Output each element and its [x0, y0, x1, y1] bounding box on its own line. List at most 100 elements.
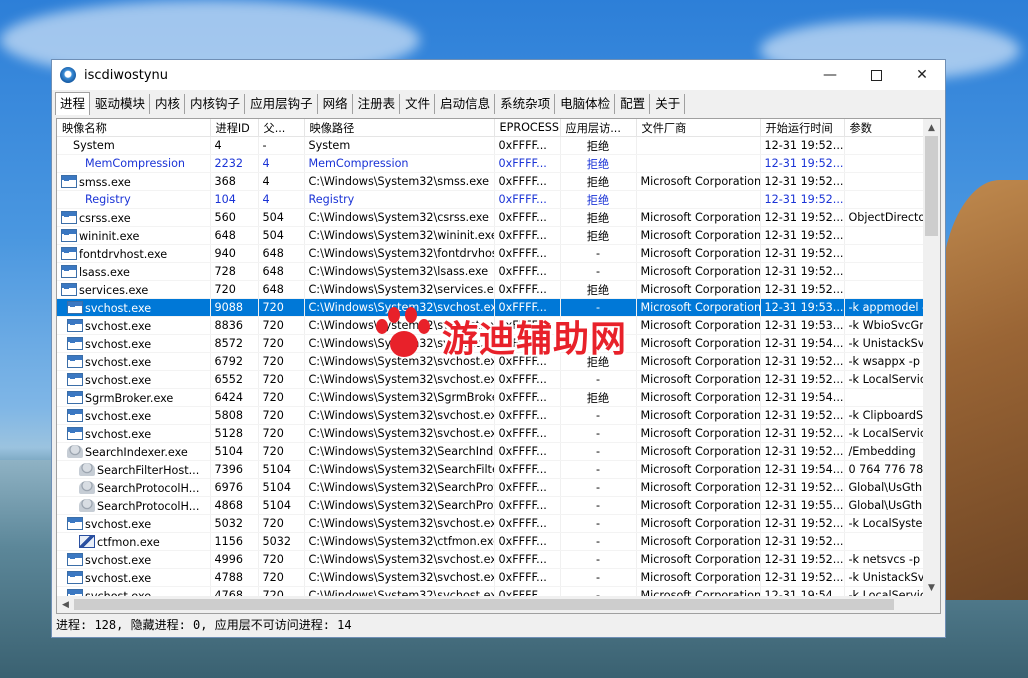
table-row[interactable]: svchost.exe 4996 720 C:\Windows\System32\sv…: [57, 550, 926, 569]
column-header[interactable]: 应用层访...: [560, 119, 637, 137]
cell-access: -: [560, 316, 637, 335]
cell-time: 12-31 19:52...: [760, 208, 845, 227]
cell-vendor: Microsoft Corporation: [636, 568, 761, 587]
tab-2[interactable]: 内核: [151, 94, 186, 114]
cell-ppid: 720: [258, 514, 305, 533]
cell-time: 12-31 19:52...: [760, 550, 845, 569]
scroll-down-icon[interactable]: ▼: [923, 579, 940, 596]
horizontal-scroll-thumb[interactable]: [74, 599, 894, 610]
cell-time: 12-31 19:52...: [760, 370, 845, 389]
table-row[interactable]: svchost.exe 8836 720 C:\Windows\System32\sv…: [57, 316, 926, 335]
cell-access: 拒绝: [560, 190, 637, 209]
column-header[interactable]: 参数: [844, 119, 926, 137]
table-row[interactable]: svchost.exe 5128 720 C:\Windows\System32\sv…: [57, 424, 926, 443]
table-row[interactable]: smss.exe 368 4 C:\Windows\System32\smss.exe…: [57, 172, 926, 191]
table-row[interactable]: SearchProtocolH... 4868 5104 C:\Windows\Sys…: [57, 496, 926, 515]
search-user-icon: [67, 444, 83, 458]
table-row[interactable]: SgrmBroker.exe 6424 720 C:\Windows\System32…: [57, 388, 926, 407]
tab-1[interactable]: 驱动模块: [91, 94, 151, 114]
tab-10[interactable]: 电脑体检: [556, 94, 616, 114]
cell-access: 拒绝: [560, 280, 637, 299]
table-row[interactable]: svchost.exe 4788 720 C:\Windows\System32\sv…: [57, 568, 926, 587]
cell-access: -: [560, 496, 637, 515]
app-window-icon: [61, 228, 77, 242]
cell-access: 拒绝: [560, 172, 637, 191]
cell-access: 拒绝: [560, 352, 637, 371]
tab-7[interactable]: 文件: [401, 94, 436, 114]
table-row[interactable]: wininit.exe 648 504 C:\Windows\System32\win…: [57, 226, 926, 245]
scroll-left-icon[interactable]: ◀: [57, 596, 74, 613]
column-header[interactable]: 父...: [258, 119, 305, 137]
table-row[interactable]: services.exe 720 648 C:\Windows\System32\se…: [57, 280, 926, 299]
process-name: MemCompression: [85, 157, 186, 170]
cell-time: 12-31 19:52...: [760, 442, 845, 461]
table-row[interactable]: MemCompression 2232 4 MemCompression 0xFFFF.…: [57, 154, 926, 173]
process-list[interactable]: 映像名称 进程ID 父... 映像路径 EPROCESS 应用层访... 文件厂商 开始运行时…: [56, 118, 941, 614]
tab-9[interactable]: 系统杂项: [496, 94, 556, 114]
table-row[interactable]: System 4- System 0xFFFF... 拒绝 12-31 19:52...: [57, 136, 926, 155]
table-row[interactable]: SearchIndexer.exe 5104 720 C:\Windows\Syste…: [57, 442, 926, 461]
column-header[interactable]: 映像路径: [304, 119, 495, 137]
title-bar[interactable]: iscdiwostynu — ✕: [52, 60, 945, 90]
cell-path: C:\Windows\System32\lsass.exe: [304, 262, 495, 281]
cell-pid: 5808: [210, 406, 259, 425]
table-row[interactable]: svchost.exe 5032 720 C:\Windows\System32\sv…: [57, 514, 926, 533]
process-name: svchost.exe: [85, 409, 152, 423]
column-header[interactable]: 映像名称: [57, 119, 211, 137]
table-row[interactable]: SearchProtocolH... 6976 5104 C:\Windows\Sys…: [57, 478, 926, 497]
tab-3[interactable]: 内核钩子: [186, 94, 246, 114]
column-header[interactable]: 文件厂商: [636, 119, 761, 137]
cell-access: -: [560, 442, 637, 461]
tab-12[interactable]: 关于: [651, 94, 686, 114]
tab-4[interactable]: 应用层钩子: [246, 94, 318, 114]
cell-eproc: 0xFFFF...: [494, 262, 561, 281]
table-row[interactable]: lsass.exe 728 648 C:\Windows\System32\lsass…: [57, 262, 926, 281]
column-header[interactable]: EPROCESS: [494, 119, 561, 137]
table-row[interactable]: svchost.exe 8572 720 C:\Windows\System32\sv…: [57, 334, 926, 353]
minimize-button[interactable]: —: [807, 60, 853, 90]
table-row[interactable]: csrss.exe 560 504 C:\Windows\System32\csrss…: [57, 208, 926, 227]
tab-6[interactable]: 注册表: [354, 94, 401, 114]
table-row[interactable]: svchost.exe 5808 720 C:\Windows\System32\sv…: [57, 406, 926, 425]
cell-time: 12-31 19:55...: [760, 496, 845, 515]
table-row[interactable]: svchost.exe 6552 720 C:\Windows\System32\sv…: [57, 370, 926, 389]
cell-access: -: [560, 478, 637, 497]
table-row[interactable]: fontdrvhost.exe 940 648 C:\Windows\System32…: [57, 244, 926, 263]
column-header[interactable]: 开始运行时间: [760, 119, 845, 137]
cell-ppid: 720: [258, 568, 305, 587]
scroll-up-icon[interactable]: ▲: [923, 119, 940, 136]
cell-path: C:\Windows\System32\smss.exe: [304, 172, 495, 191]
horizontal-scrollbar[interactable]: ◀: [57, 596, 925, 613]
table-row[interactable]: svchost.exe 9088 720 C:\Windows\System32\sv…: [57, 298, 926, 317]
cell-ppid: 720: [258, 334, 305, 353]
table-row[interactable]: SearchFilterHost... 7396 5104 C:\Windows\Sy…: [57, 460, 926, 479]
maximize-button[interactable]: [853, 60, 899, 90]
cell-ppid: 720: [258, 550, 305, 569]
cell-eproc: 0xFFFF...: [494, 532, 561, 551]
table-row[interactable]: ctfmon.exe 1156 5032 C:\Windows\System32\ct…: [57, 532, 926, 551]
tab-8[interactable]: 启动信息: [436, 94, 496, 114]
table-row[interactable]: svchost.exe 6792 720 C:\Windows\System32\sv…: [57, 352, 926, 371]
cell-vendor: Microsoft Corporation: [636, 334, 761, 353]
cell-time: 12-31 19:54...: [760, 388, 845, 407]
cell-eproc: 0xFFFF...: [494, 460, 561, 479]
cell-vendor: Microsoft Corporation: [636, 550, 761, 569]
cell-pid: 648: [210, 226, 259, 245]
vertical-scroll-thumb[interactable]: [925, 136, 938, 236]
process-name-cell: svchost.exe: [57, 370, 211, 389]
tab-5[interactable]: 网络: [319, 94, 353, 114]
cell-eproc: 0xFFFF...: [494, 478, 561, 497]
process-name-cell: ctfmon.exe: [57, 532, 211, 551]
vertical-scrollbar[interactable]: ▲ ▼: [923, 119, 940, 613]
cell-vendor: [636, 190, 761, 209]
column-header[interactable]: 进程ID: [210, 119, 259, 137]
cell-eproc: 0xFFFF...: [494, 226, 561, 245]
tab-0[interactable]: 进程: [55, 92, 91, 115]
cell-ppid: 720: [258, 406, 305, 425]
table-row[interactable]: Registry 104 4 Registry 0xFFFF... 拒绝 12-31 19:…: [57, 190, 926, 209]
close-button[interactable]: ✕: [899, 60, 945, 90]
cell-ppid: 648: [258, 244, 305, 263]
cell-path: System: [304, 136, 495, 155]
tab-11[interactable]: 配置: [616, 94, 651, 114]
process-name-cell: lsass.exe: [57, 262, 211, 281]
